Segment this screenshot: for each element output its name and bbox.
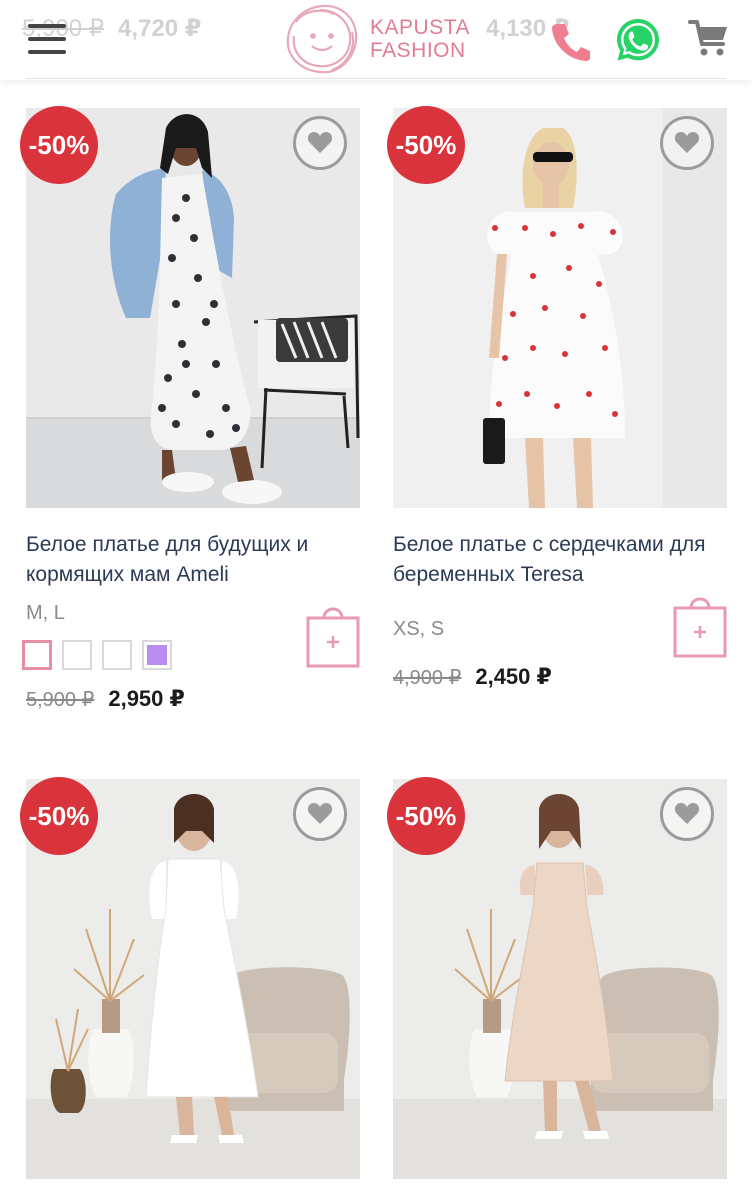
product-sizes: M, L — [26, 602, 65, 624]
current-price: 2,950 ₽ — [108, 686, 185, 711]
phone-icon[interactable] — [548, 18, 594, 64]
whatsapp-icon[interactable] — [614, 16, 662, 64]
header-divider — [26, 78, 726, 79]
current-price: 2,450 ₽ — [475, 664, 552, 689]
favorite-button[interactable] — [660, 116, 714, 170]
favorite-button[interactable] — [293, 116, 347, 170]
price-block: 5,900 ₽ 2,950 ₽ — [26, 686, 185, 712]
favorite-button[interactable] — [660, 787, 714, 841]
logo-line1: KAPUSTA — [370, 16, 470, 39]
logo-text: KAPUSTA FASHION — [370, 16, 470, 62]
color-swatch[interactable] — [102, 640, 132, 670]
add-to-cart-button[interactable] — [306, 604, 360, 668]
ghost-price-left: 4,720 ₽ — [118, 15, 202, 42]
product-title[interactable]: Белое платье для будущих и кормящих мам … — [26, 530, 356, 590]
cart-icon[interactable] — [688, 18, 730, 58]
site-header: 5,900 ₽ 4,720 ₽ 4,130 ₽ KAPUSTA FASHION — [0, 0, 752, 80]
menu-icon[interactable] — [28, 24, 66, 54]
heart-icon — [307, 132, 333, 153]
product-sizes: XS, S — [393, 618, 445, 640]
old-price: 4,900 ₽ — [393, 667, 462, 689]
price-block: 4,900 ₽ 2,450 ₽ — [393, 664, 552, 690]
discount-badge: -50% — [387, 777, 465, 855]
favorite-button[interactable] — [293, 787, 347, 841]
heart-icon — [674, 803, 700, 824]
shopping-bag-plus-icon — [673, 597, 727, 658]
add-to-cart-button[interactable] — [673, 594, 727, 658]
logo-line2: FASHION — [370, 39, 466, 62]
product-title[interactable]: Белое платье с сердечками для беременных… — [393, 530, 723, 590]
discount-badge: -50% — [20, 777, 98, 855]
color-swatches — [22, 640, 172, 670]
heart-icon — [674, 132, 700, 153]
color-swatch[interactable] — [22, 640, 52, 670]
discount-badge: -50% — [20, 106, 98, 184]
shopping-bag-plus-icon — [306, 607, 360, 668]
old-price: 5,900 ₽ — [26, 689, 95, 711]
color-swatch[interactable] — [142, 640, 172, 670]
logo[interactable]: KAPUSTA FASHION — [282, 2, 482, 78]
color-swatch[interactable] — [62, 640, 92, 670]
discount-badge: -50% — [387, 106, 465, 184]
heart-icon — [307, 803, 333, 824]
logo-face-icon — [286, 4, 358, 74]
